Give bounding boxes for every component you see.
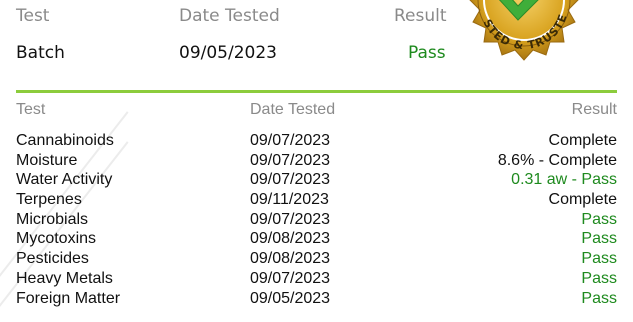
result-cell: Complete bbox=[548, 191, 617, 209]
result-cell: Pass bbox=[581, 269, 617, 287]
result-cell: Pass bbox=[581, 230, 617, 248]
tested-trusted-seal-icon: TESTED & TRUSTED bbox=[454, 0, 579, 61]
results-table: Test Date Tested Result Cannabinoids 09/0… bbox=[16, 101, 617, 308]
test-name-cell: Pesticides bbox=[16, 250, 89, 268]
test-name-cell: Moisture bbox=[16, 151, 78, 169]
table-row: Foreign Matter 09/05/2023 Pass bbox=[16, 289, 617, 309]
table-row: Moisture 09/07/2023 8.6% - Complete bbox=[16, 151, 617, 171]
table-row: Cannabinoids 09/07/2023 Complete bbox=[16, 131, 617, 151]
test-name-cell: Foreign Matter bbox=[16, 289, 121, 307]
date-tested-cell: 09/07/2023 bbox=[250, 269, 331, 287]
date-tested-cell: 09/08/2023 bbox=[250, 230, 331, 248]
col-header-result: Result bbox=[571, 101, 617, 118]
batch-date: 09/05/2023 bbox=[179, 43, 277, 63]
coa-results-panel: Test Date Tested Result Batch 09/05/2023… bbox=[0, 0, 633, 322]
batch-result: Pass bbox=[408, 43, 446, 63]
table-row: Microbials 09/07/2023 Pass bbox=[16, 210, 617, 230]
result-cell: 0.31 aw - Pass bbox=[511, 171, 617, 189]
date-tested-cell: 09/11/2023 bbox=[250, 191, 329, 209]
table-row: Heavy Metals 09/07/2023 Pass bbox=[16, 269, 617, 289]
test-name-cell: Microbials bbox=[16, 210, 89, 228]
date-tested-cell: 09/05/2023 bbox=[250, 289, 331, 307]
col-header-date: Date Tested bbox=[250, 101, 336, 118]
date-tested-cell: 09/07/2023 bbox=[250, 132, 331, 149]
table-row: Pesticides 09/08/2023 Pass bbox=[16, 249, 617, 269]
test-name-cell: Terpenes bbox=[16, 191, 82, 209]
test-name-cell: Cannabinoids bbox=[16, 132, 114, 149]
table-row: Terpenes 09/11/2023 Complete bbox=[16, 190, 617, 210]
table-row: Mycotoxins 09/08/2023 Pass bbox=[16, 229, 617, 249]
results-table-header: Test Date Tested Result bbox=[16, 101, 617, 131]
col-header-test: Test bbox=[16, 101, 46, 118]
date-tested-cell: 09/08/2023 bbox=[250, 250, 331, 268]
result-cell: Pass bbox=[581, 250, 617, 268]
summary-header-result: Result bbox=[394, 6, 447, 26]
date-tested-cell: 09/07/2023 bbox=[250, 210, 331, 228]
result-cell: Pass bbox=[581, 289, 617, 307]
date-tested-cell: 09/07/2023 bbox=[250, 171, 331, 189]
table-row: Water Activity 09/07/2023 0.31 aw - Pass bbox=[16, 170, 617, 190]
result-cell: Complete bbox=[548, 132, 617, 149]
result-cell: Pass bbox=[581, 210, 617, 228]
test-name-cell: Water Activity bbox=[16, 171, 113, 189]
batch-label: Batch bbox=[16, 43, 65, 63]
date-tested-cell: 09/07/2023 bbox=[250, 151, 331, 169]
section-divider bbox=[16, 90, 617, 93]
result-cell: 8.6% - Complete bbox=[497, 151, 617, 169]
results-table-body: Cannabinoids 09/07/2023 Complete Moisture 09… bbox=[16, 131, 617, 308]
summary-header-date: Date Tested bbox=[179, 6, 280, 26]
summary-header-test: Test bbox=[16, 6, 50, 26]
test-name-cell: Mycotoxins bbox=[16, 230, 97, 248]
test-name-cell: Heavy Metals bbox=[16, 269, 113, 287]
